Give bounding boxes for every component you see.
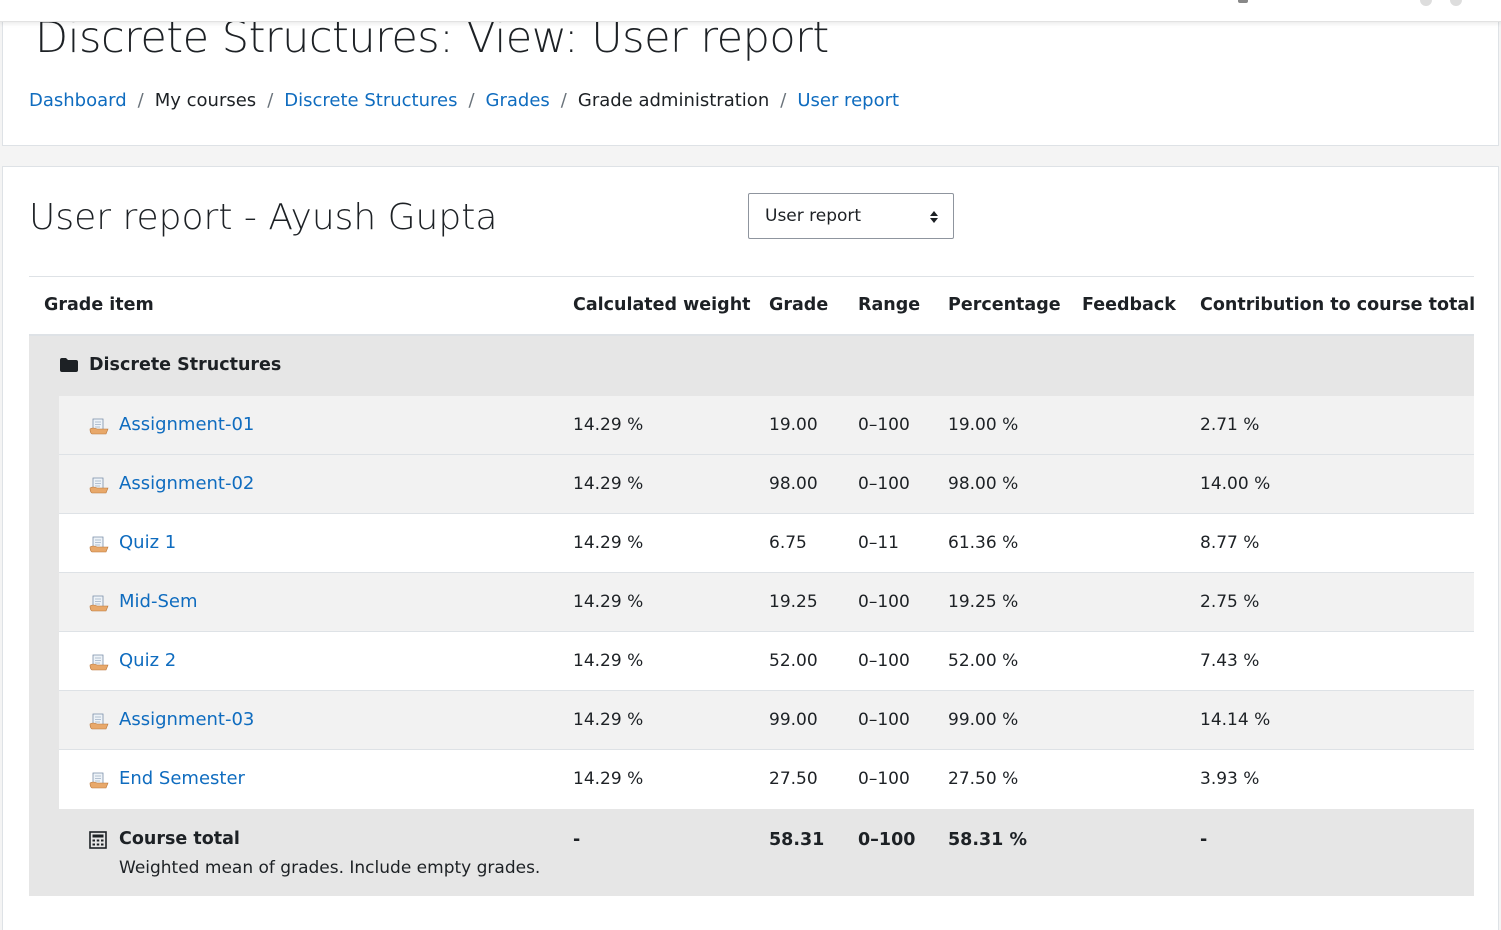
table-row: Quiz 1 14.29 % 6.75 0–11 61.36 % 8.77 % <box>59 514 1474 573</box>
assignment-icon <box>89 477 109 494</box>
cell-weight: 14.29 % <box>573 710 644 730</box>
breadcrumb-separator: / <box>267 90 274 111</box>
category-row: Discrete Structures <box>29 336 1474 396</box>
table-row: Assignment-02 14.29 % 98.00 0–100 98.00 … <box>59 455 1474 514</box>
cell-range: 0–100 <box>858 651 910 671</box>
user-report-region: User report - Ayush Gupta User report Gr… <box>2 166 1499 930</box>
grade-items-list: Assignment-01 14.29 % 19.00 0–100 19.00 … <box>29 396 1474 809</box>
breadcrumb-my-courses: My courses <box>154 90 257 111</box>
cell-weight: 14.29 % <box>573 592 644 612</box>
assignment-icon <box>89 772 109 789</box>
header-contribution: Contribution to course total <box>1200 295 1476 315</box>
cell-contribution: 2.71 % <box>1200 415 1260 435</box>
folder-icon <box>60 358 78 372</box>
breadcrumb-separator: / <box>137 90 144 111</box>
grade-item-link[interactable]: Assignment-03 <box>119 709 254 730</box>
grade-item-link[interactable]: Quiz 1 <box>119 532 176 553</box>
header-grade-item: Grade item <box>44 295 154 315</box>
cell-grade: 98.00 <box>769 474 818 494</box>
calculator-icon <box>89 831 107 849</box>
total-range: 0–100 <box>858 830 916 850</box>
sort-arrows-icon <box>930 211 938 223</box>
cell-percentage: 98.00 % <box>948 474 1019 494</box>
cell-grade: 6.75 <box>769 533 807 553</box>
table-row: Quiz 2 14.29 % 52.00 0–100 52.00 % 7.43 … <box>59 632 1474 691</box>
grade-item-link[interactable]: Quiz 2 <box>119 650 176 671</box>
category-name: Discrete Structures <box>89 355 282 375</box>
cell-grade: 99.00 <box>769 710 818 730</box>
report-title: User report - Ayush Gupta <box>29 197 498 238</box>
cell-range: 0–100 <box>858 769 910 789</box>
cell-contribution: 3.93 % <box>1200 769 1260 789</box>
cell-weight: 14.29 % <box>573 474 644 494</box>
cell-contribution: 2.75 % <box>1200 592 1260 612</box>
cell-grade: 19.25 <box>769 592 818 612</box>
breadcrumb-user-report[interactable]: User report <box>797 90 899 111</box>
header-calculated-weight: Calculated weight <box>573 295 751 315</box>
cell-grade: 52.00 <box>769 651 818 671</box>
cell-contribution: 7.43 % <box>1200 651 1260 671</box>
assignment-icon <box>89 418 109 435</box>
table-header-row: Grade item Calculated weight Grade Range… <box>29 276 1476 336</box>
total-grade: 58.31 <box>769 830 825 850</box>
user-grade-table: Grade item Calculated weight Grade Range… <box>29 276 1476 896</box>
cell-range: 0–100 <box>858 415 910 435</box>
course-total-label: Course total <box>119 829 240 849</box>
breadcrumb-separator: / <box>560 90 567 111</box>
assignment-icon <box>89 654 109 671</box>
assignment-icon <box>89 536 109 553</box>
cell-grade: 27.50 <box>769 769 818 789</box>
cell-range: 0–11 <box>858 533 899 553</box>
navbar-item-fragment[interactable] <box>1238 0 1248 3</box>
report-type-select-value: User report <box>765 206 862 226</box>
header-grade: Grade <box>769 295 829 315</box>
table-row: End Semester 14.29 % 27.50 0–100 27.50 %… <box>59 750 1474 809</box>
cell-contribution: 14.00 % <box>1200 474 1271 494</box>
cell-weight: 14.29 % <box>573 651 644 671</box>
navbar-avatar-fragment[interactable] <box>1420 0 1432 6</box>
cell-contribution: 14.14 % <box>1200 710 1271 730</box>
breadcrumb-separator: / <box>468 90 475 111</box>
grade-item-link[interactable]: Assignment-01 <box>119 414 254 435</box>
cell-weight: 14.29 % <box>573 533 644 553</box>
breadcrumb-grade-administration: Grade administration <box>577 90 770 111</box>
header-range: Range <box>858 295 921 315</box>
cell-weight: 14.29 % <box>573 415 644 435</box>
breadcrumb-course[interactable]: Discrete Structures <box>284 90 457 111</box>
header-feedback: Feedback <box>1082 295 1176 315</box>
total-contribution: - <box>1200 830 1208 850</box>
table-row: Mid-Sem 14.29 % 19.25 0–100 19.25 % 2.75… <box>59 573 1474 632</box>
cell-range: 0–100 <box>858 592 910 612</box>
course-total-row: Course total Weighted mean of grades. In… <box>29 809 1474 896</box>
navbar-menu-fragment[interactable] <box>1450 0 1462 6</box>
cell-contribution: 8.77 % <box>1200 533 1260 553</box>
cell-percentage: 19.00 % <box>948 415 1019 435</box>
cell-range: 0–100 <box>858 474 910 494</box>
grade-item-link[interactable]: Mid-Sem <box>119 591 198 612</box>
breadcrumb-grades[interactable]: Grades <box>486 90 550 111</box>
grade-item-link[interactable]: End Semester <box>119 768 245 789</box>
total-weight: - <box>573 830 581 850</box>
cell-percentage: 27.50 % <box>948 769 1019 789</box>
report-type-select[interactable]: User report <box>748 193 954 239</box>
table-row: Assignment-03 14.29 % 99.00 0–100 99.00 … <box>59 691 1474 750</box>
grade-item-link[interactable]: Assignment-02 <box>119 473 254 494</box>
total-percentage: 58.31 % <box>948 830 1027 850</box>
table-row: Assignment-01 14.29 % 19.00 0–100 19.00 … <box>59 396 1474 455</box>
cell-percentage: 99.00 % <box>948 710 1019 730</box>
assignment-icon <box>89 595 109 612</box>
cell-percentage: 19.25 % <box>948 592 1019 612</box>
top-navbar <box>0 0 1501 22</box>
breadcrumb-separator: / <box>780 90 787 111</box>
assignment-icon <box>89 713 109 730</box>
breadcrumb-dashboard[interactable]: Dashboard <box>29 90 127 111</box>
cell-grade: 19.00 <box>769 415 818 435</box>
cell-weight: 14.29 % <box>573 769 644 789</box>
cell-range: 0–100 <box>858 710 910 730</box>
cell-percentage: 52.00 % <box>948 651 1019 671</box>
breadcrumb: Dashboard / My courses / Discrete Struct… <box>29 90 899 111</box>
cell-percentage: 61.36 % <box>948 533 1019 553</box>
header-percentage: Percentage <box>948 295 1061 315</box>
course-total-description: Weighted mean of grades. Include empty g… <box>119 858 541 878</box>
